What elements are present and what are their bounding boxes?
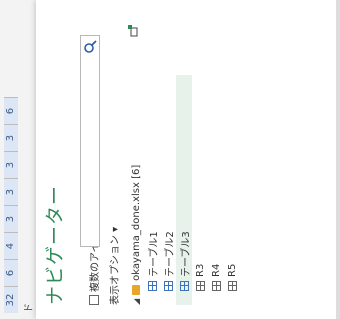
tree-item[interactable]: R5 [224,75,240,305]
sheet-cell: 3 [4,178,18,205]
panel-divider [336,0,340,319]
sheet-cells: 32 6 4 3 3 3 3 6 [4,97,32,313]
sheet-cell: 32 [4,286,18,313]
tree-item-label: R5 [226,263,238,277]
file-label: okayama_done.xlsx [6] [130,164,142,281]
tree-item[interactable]: R4 [208,75,224,305]
spreadsheet-background: 32 6 4 3 3 3 3 6 ド [0,0,37,319]
display-options-button[interactable]: 表示オプション ▾ [106,227,121,305]
range-icon [211,281,221,291]
panel-title: ナビゲーター [44,184,66,305]
tree-item[interactable]: R3 [192,75,208,305]
navigator-tree: ◢ okayama_done.xlsx [6] テーブル1 テーブル2 テーブル… [128,75,240,305]
new-query-icon[interactable] [128,25,138,37]
tree-file-row[interactable]: ◢ okayama_done.xlsx [6] [128,75,144,305]
tree-item-selected[interactable]: テーブル3 [176,75,192,305]
search-input[interactable] [80,35,100,247]
sheet-cell: 6 [4,97,18,124]
sheet-cell: 6 [4,259,18,286]
tree-item[interactable]: テーブル2 [160,75,176,305]
display-options-label: 表示オプション [110,235,121,305]
search-icon[interactable] [83,40,97,54]
tree-item-label: テーブル2 [164,231,176,277]
tree-item-label: テーブル3 [180,231,192,277]
sheet-cell: 3 [4,205,18,232]
sheet-row-label: ド [24,303,35,313]
folder-icon [132,284,140,295]
range-icon [195,281,205,291]
multi-select-checkbox[interactable] [88,295,99,305]
tree-item-label: R4 [210,263,222,277]
table-icon [147,281,157,291]
navigator-panel: ナビゲーター 複数のアイテムの選択 表示オプション ▾ [36,0,340,319]
table-icon [179,281,189,291]
rotated-content: 32 6 4 3 3 3 3 6 ド ナビゲーター 複数のアイテムの選択 [0,0,340,319]
screen: 32 6 4 3 3 3 3 6 ド ナビゲーター 複数のアイテムの選択 [0,0,340,319]
range-icon [227,281,237,291]
chevron-down-icon: ▾ [110,226,121,232]
table-icon [163,281,173,291]
tree-item-label: R3 [194,263,206,277]
sheet-cell: 3 [4,124,18,151]
sheet-cell: 3 [4,151,18,178]
tree-item-label: テーブル1 [148,231,160,277]
tree-item[interactable]: テーブル1 [144,75,160,305]
sheet-cell: 4 [4,232,18,259]
chevron-down-icon[interactable]: ◢ [132,299,141,305]
